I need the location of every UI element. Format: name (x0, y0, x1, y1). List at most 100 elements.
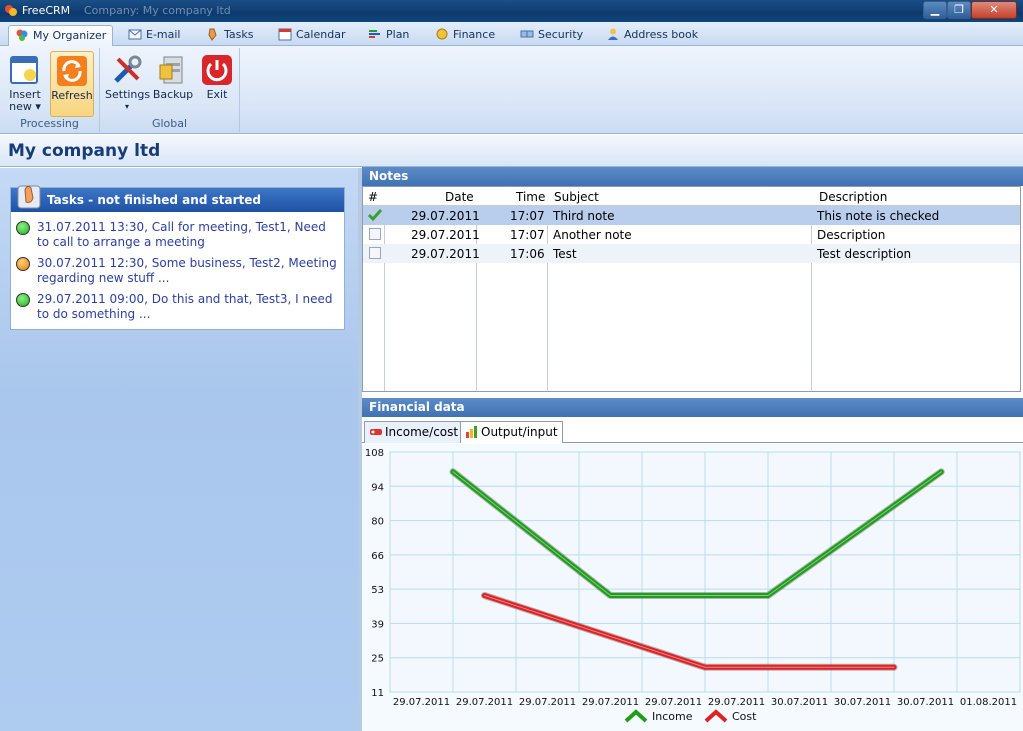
exit-button[interactable]: Exit (195, 51, 239, 117)
legend-income-label: Income (652, 710, 693, 723)
notes-grid: # Date Time Subject Description 29.07.20… (362, 186, 1021, 392)
app-title: FreeCRM (22, 4, 71, 17)
column-header-subject[interactable]: Subject (554, 190, 599, 204)
tab-label: Address book (624, 28, 699, 41)
tab-email[interactable]: E-mail (122, 25, 187, 46)
main-tabs: My Organizer E-mail Tasks Calendar Plan … (0, 22, 1023, 46)
cell-subject: Another note (553, 228, 632, 242)
y-tick-label: 108 (365, 448, 384, 459)
checkmark-icon[interactable] (367, 208, 383, 222)
column-header-date[interactable]: Date (445, 190, 474, 204)
task-text: 31.07.2011 13:30, Call for meeting, Test… (37, 220, 326, 249)
x-tick-label: 29.07.2011 (645, 697, 702, 708)
notes-header: Notes (362, 167, 1023, 186)
cell-date: 29.07.2011 (411, 228, 480, 242)
financial-header: Financial data (362, 398, 1023, 417)
backup-icon (159, 56, 183, 84)
cell-description: Description (817, 228, 886, 242)
cell-description: This note is checked (817, 209, 940, 223)
x-tick-label: 29.07.2011 (519, 697, 576, 708)
refresh-button[interactable]: Refresh (50, 51, 94, 117)
left-pane: Tasks - not finished and started 31.07.2… (0, 168, 358, 731)
global-group-label: Global (151, 117, 188, 130)
tab-security[interactable]: Security (514, 25, 589, 46)
tab-label: Calendar (296, 28, 346, 41)
tab-address-book[interactable]: Address book (600, 25, 704, 46)
settings-button[interactable]: Settings ▾ (105, 51, 151, 117)
column-header-time[interactable]: Time (516, 190, 545, 204)
task-text: 29.07.2011 09:00, Do this and that, Test… (37, 292, 333, 321)
y-tick-label: 25 (371, 654, 384, 665)
column-header-num[interactable]: # (368, 190, 378, 204)
tasks-panel-title: Tasks - not finished and started (47, 193, 261, 207)
cell-date: 29.07.2011 (411, 209, 480, 223)
cell-subject: Test (553, 247, 577, 261)
ribbon-group-global: Settings ▾ Backup Exit Global (100, 48, 240, 132)
smiley-orange-icon (16, 257, 30, 271)
window-subtitle: Company: My company ltd (84, 4, 231, 17)
company-title: My company ltd (8, 141, 161, 161)
app-icon (5, 5, 17, 16)
y-tick-label: 94 (371, 482, 384, 493)
settings-dropdown-arrow: ▾ (124, 102, 129, 111)
x-tick-label: 29.07.2011 (708, 697, 765, 708)
security-icon (520, 30, 534, 38)
legend-income: Income (624, 709, 692, 725)
y-tick-label: 11 (371, 688, 384, 699)
note-checkbox[interactable] (369, 228, 381, 240)
tab-finance[interactable]: Finance (429, 25, 501, 46)
minimize-button[interactable]: ▁ (923, 1, 947, 19)
tab-plan[interactable]: Plan (362, 25, 415, 46)
income-legend-icon (624, 709, 648, 723)
plan-icon (369, 30, 380, 38)
cost-legend-icon (704, 709, 728, 723)
backup-button[interactable]: Backup (151, 51, 195, 117)
tasks-panel-header: Tasks - not finished and started (11, 185, 344, 212)
column-header-description[interactable]: Description (819, 190, 887, 204)
bar-chart-icon (466, 426, 477, 438)
ribbon-group-processing: Insert new ▾ Refresh Processing (0, 48, 100, 132)
legend-cost: Cost (704, 709, 756, 725)
task-item[interactable]: 29.07.2011 09:00, Do this and that, Test… (15, 292, 340, 322)
tasks-hand-icon (17, 185, 41, 209)
cell-time: 17:07 (510, 228, 545, 242)
table-row[interactable]: 29.07.2011 17:07 Another note Descriptio… (363, 225, 1020, 244)
insert-new-button[interactable]: Insert new ▾ (3, 51, 47, 117)
x-tick-label: 29.07.2011 (393, 697, 450, 708)
tab-label: Plan (386, 28, 410, 41)
tab-label: Security (538, 28, 584, 41)
smiley-green-icon (16, 293, 30, 307)
backup-label: Backup (152, 88, 194, 101)
tab-output-input[interactable]: Output/input (460, 421, 563, 443)
tab-income-cost[interactable]: Income/cost (364, 421, 464, 443)
organizer-icon (16, 29, 28, 41)
task-item[interactable]: 30.07.2011 12:30, Some business, Test2, … (15, 256, 340, 286)
settings-label: Settings (105, 88, 151, 101)
task-item[interactable]: 31.07.2011 13:30, Call for meeting, Test… (15, 220, 340, 250)
x-tick-label: 30.07.2011 (771, 697, 828, 708)
cell-time: 17:07 (510, 209, 545, 223)
maximize-button[interactable]: ❐ (947, 1, 971, 19)
tab-label: E-mail (146, 28, 181, 41)
tab-label: My Organizer (33, 29, 107, 42)
x-tick-label: 30.07.2011 (897, 697, 954, 708)
table-row[interactable]: 29.07.2011 17:06 Test Test description (363, 244, 1020, 263)
calendar-icon (278, 28, 292, 41)
x-tick-label: 29.07.2011 (582, 697, 639, 708)
tab-my-organizer[interactable]: My Organizer (8, 25, 114, 46)
chart-legend: Income Cost (624, 709, 774, 727)
title-bar: FreeCRM Company: My company ltd ▁ ❐ ✕ (0, 0, 1023, 22)
note-checkbox[interactable] (369, 247, 381, 259)
table-row[interactable]: 29.07.2011 17:07 Third note This note is… (363, 206, 1020, 225)
x-tick-label: 01.08.2011 (960, 697, 1017, 708)
close-button[interactable]: ✕ (971, 1, 1017, 19)
legend-cost-label: Cost (732, 710, 757, 723)
address-book-icon (608, 28, 618, 40)
cell-date: 29.07.2011 (411, 247, 480, 261)
tab-calendar[interactable]: Calendar (272, 25, 351, 46)
financial-tabs: Income/cost Output/input (362, 417, 1023, 443)
refresh-label: Refresh (51, 89, 93, 102)
smiley-green-icon (16, 221, 30, 235)
ribbon: Insert new ▾ Refresh Processing Settings… (0, 46, 1023, 134)
tab-tasks[interactable]: Tasks (200, 25, 259, 46)
